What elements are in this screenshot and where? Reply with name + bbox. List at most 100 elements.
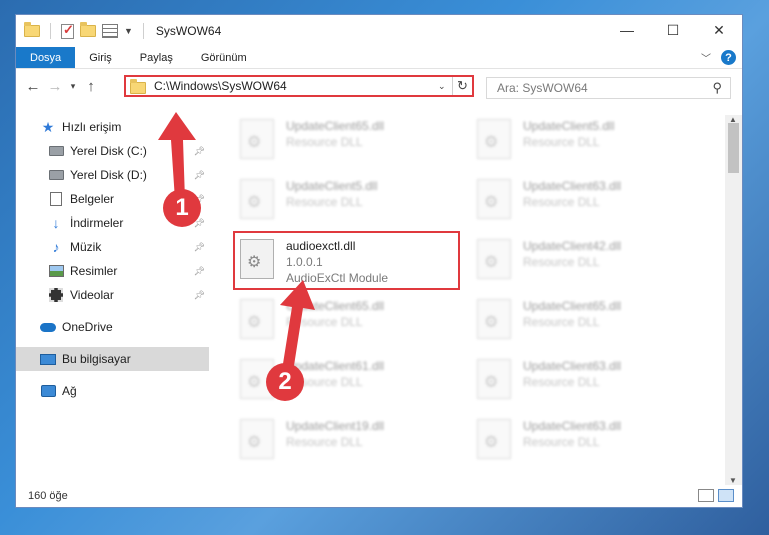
nav-item-label: Müzik: [70, 240, 102, 254]
properties-check-icon[interactable]: [61, 22, 74, 39]
file-item[interactable]: UpdateClient63.dll Resource DLL: [457, 355, 677, 403]
details-view-icon[interactable]: [698, 489, 714, 502]
file-item[interactable]: UpdateClient63.dll Resource DLL: [457, 175, 677, 223]
nav-item-label: OneDrive: [62, 320, 113, 334]
nav-item-label: Yerel Disk (C:): [70, 144, 147, 158]
file-type: Resource DLL: [523, 375, 600, 389]
nav-item-label: Bu bilgisayar: [62, 352, 131, 366]
pin-icon[interactable]: 📌︎: [194, 242, 205, 253]
disk-icon: [48, 146, 64, 156]
recent-locations-caret-icon[interactable]: ▾: [66, 81, 80, 92]
up-arrow-icon[interactable]: ↑: [80, 78, 102, 95]
back-arrow-icon[interactable]: ←: [22, 78, 44, 95]
nav-item-local-disk-d[interactable]: Yerel Disk (D:) 📌︎: [16, 163, 209, 187]
pin-icon[interactable]: 📌︎: [194, 170, 205, 181]
pin-icon[interactable]: 📌︎: [194, 266, 205, 277]
navigation-pane: ★ Hızlı erişim Yerel Disk (C:) 📌︎ Yerel …: [16, 115, 209, 485]
item-count: 160 öğe: [28, 490, 68, 502]
file-item[interactable]: UpdateClient65.dll Resource DLL: [457, 295, 677, 343]
help-icon[interactable]: ?: [721, 50, 736, 65]
file-item[interactable]: UpdateClient61.dllResource DLL: [220, 355, 440, 403]
customize-toolbar-caret-icon[interactable]: ▼: [124, 26, 133, 36]
nav-item-videos[interactable]: Videolar 📌︎: [16, 283, 209, 307]
status-bar: 160 öğe: [16, 485, 742, 507]
dll-file-icon: [240, 419, 274, 459]
pin-icon[interactable]: 📌︎: [194, 146, 205, 157]
nav-item-label: Ağ: [62, 384, 77, 398]
forward-arrow-icon[interactable]: →: [44, 78, 66, 95]
file-list: UpdateClient65.dll Resource DLL UpdateCli…: [220, 115, 730, 485]
scroll-down-arrow-icon[interactable]: ▼: [729, 476, 737, 485]
pictures-icon: [48, 265, 64, 277]
nav-item-music[interactable]: ♪ Müzik 📌︎: [16, 235, 209, 259]
file-type: Resource DLL: [523, 315, 600, 329]
file-name: UpdateClient5.dll: [523, 119, 615, 133]
large-icons-view-icon[interactable]: [718, 489, 734, 502]
expand-ribbon-chevron-icon[interactable]: ﹀: [701, 50, 711, 65]
file-item[interactable]: UpdateClient63.dll Resource DLL: [457, 415, 677, 463]
tab-file[interactable]: Dosya: [16, 47, 76, 68]
tab-view[interactable]: Görünüm: [187, 47, 261, 68]
folder-icon: [130, 78, 146, 94]
file-name: UpdateClient42.dll: [523, 239, 622, 253]
refresh-icon[interactable]: ↻: [452, 77, 472, 95]
download-icon: ↓: [52, 215, 60, 231]
tab-home[interactable]: Giriş: [75, 47, 126, 68]
window-controls: — ☐ ✕: [604, 15, 742, 45]
file-type: Resource DLL: [523, 135, 600, 149]
quick-access-toolbar: ▼: [16, 22, 148, 39]
search-icon[interactable]: ⚲: [712, 80, 722, 96]
step-1-badge: 1: [163, 189, 201, 227]
address-dropdown-chevron-icon[interactable]: ⌄: [438, 81, 452, 92]
file-item[interactable]: UpdateClient19.dll Resource DLL: [220, 415, 440, 463]
file-item[interactable]: UpdateClient65.dll Resource DLL: [220, 295, 440, 343]
music-icon: ♪: [52, 239, 60, 255]
file-item[interactable]: UpdateClient65.dll Resource DLL: [220, 115, 440, 163]
minimize-button[interactable]: —: [604, 15, 650, 45]
disk-icon: [48, 170, 64, 180]
search-placeholder: Ara: SysWOW64: [497, 81, 588, 95]
folder-icon: [24, 22, 40, 37]
ribbon-tabs: Dosya Giriş Paylaş Görünüm ﹀ ?: [16, 47, 742, 69]
vertical-scrollbar[interactable]: ▲ ▼: [725, 115, 742, 485]
highlight-box: [233, 231, 460, 290]
nav-item-label: Yerel Disk (D:): [70, 168, 147, 182]
file-name: UpdateClient65.dll: [286, 299, 385, 313]
file-type: Resource DLL: [523, 195, 600, 209]
nav-item-pictures[interactable]: Resimler 📌︎: [16, 259, 209, 283]
nav-item-quick-access[interactable]: ★ Hızlı erişim: [16, 115, 209, 139]
window-title: SysWOW64: [155, 24, 222, 38]
nav-item-local-disk-c[interactable]: Yerel Disk (C:) 📌︎: [16, 139, 209, 163]
dll-file-icon: [477, 299, 511, 339]
dll-file-icon: [240, 299, 274, 339]
onedrive-icon: [40, 322, 56, 332]
scrollbar-thumb[interactable]: [728, 123, 739, 173]
file-name: UpdateClient63.dll: [523, 359, 622, 373]
pin-icon[interactable]: 📌︎: [194, 290, 205, 301]
file-item[interactable]: UpdateClient5.dll Resource DLL: [220, 175, 440, 223]
view-buttons: [698, 489, 734, 502]
dll-file-icon: [477, 419, 511, 459]
search-input[interactable]: Ara: SysWOW64 ⚲: [486, 77, 731, 99]
nav-item-this-pc[interactable]: Bu bilgisayar: [16, 347, 209, 371]
file-type: Resource DLL: [523, 255, 600, 269]
nav-item-onedrive[interactable]: OneDrive: [16, 315, 209, 339]
network-icon: [40, 385, 56, 397]
file-item[interactable]: UpdateClient42.dll Resource DLL: [457, 235, 677, 283]
close-button[interactable]: ✕: [696, 15, 742, 45]
nav-item-network[interactable]: Ağ: [16, 379, 209, 403]
maximize-button[interactable]: ☐: [650, 15, 696, 45]
tab-share[interactable]: Paylaş: [126, 47, 187, 68]
new-folder-icon[interactable]: [80, 22, 96, 37]
file-name: UpdateClient63.dll: [523, 419, 622, 433]
computer-icon: [40, 353, 56, 365]
nav-item-label: Hızlı erişim: [62, 120, 122, 134]
file-item[interactable]: UpdateClient5.dll Resource DLL: [457, 115, 677, 163]
nav-item-label: İndirmeler: [70, 216, 124, 230]
address-bar[interactable]: C:\Windows\SysWOW64 ⌄ ↻: [124, 75, 474, 97]
star-icon: ★: [41, 118, 55, 135]
nav-item-label: Belgeler: [70, 192, 115, 206]
address-path[interactable]: C:\Windows\SysWOW64: [154, 79, 438, 93]
properties-icon[interactable]: [102, 24, 118, 38]
file-type: Resource DLL: [286, 435, 363, 449]
